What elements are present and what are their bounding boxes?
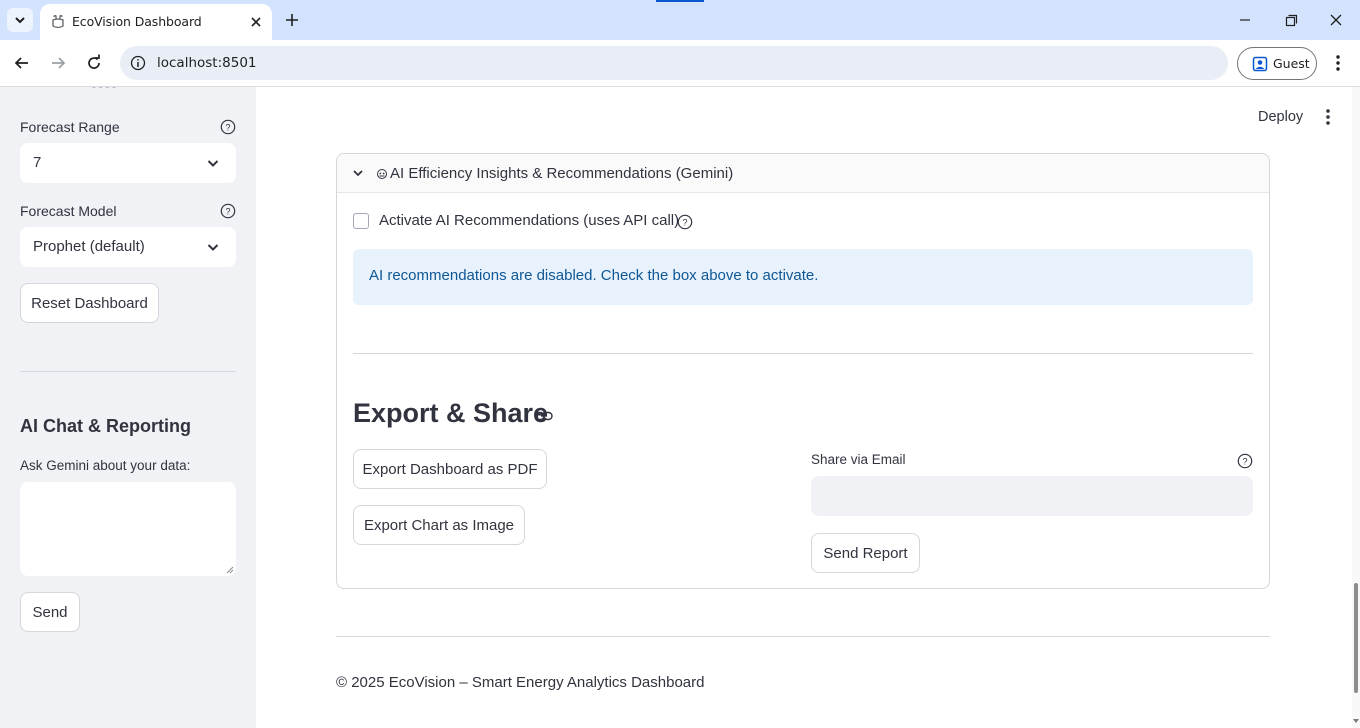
sidebar: - - - - Forecast Range ? 7 Forecast Mode… <box>0 87 256 728</box>
tab-strip-accent <box>656 0 704 2</box>
page-scrollbar[interactable] <box>1352 87 1360 728</box>
reload-icon[interactable] <box>84 53 104 73</box>
chat-textarea[interactable] <box>20 482 236 576</box>
activate-ai-label[interactable]: Activate AI Recommendations (uses API ca… <box>379 212 679 229</box>
info-alert-text: AI recommendations are disabled. Check t… <box>369 267 819 284</box>
main-content: Deploy AI Efficiency Insights & Recommen… <box>256 87 1352 728</box>
svg-text:?: ? <box>1242 457 1247 467</box>
back-icon[interactable] <box>12 53 32 73</box>
expander-title: AI Efficiency Insights & Recommendations… <box>390 165 734 182</box>
minimize-icon[interactable] <box>1237 12 1253 28</box>
deploy-button[interactable]: Deploy <box>1258 109 1303 125</box>
export-image-button[interactable]: Export Chart as Image <box>353 505 525 545</box>
scrollbar-thumb[interactable] <box>1354 583 1358 693</box>
plus-icon[interactable] <box>282 10 302 30</box>
forecast-range-value: 7 <box>33 154 42 171</box>
help-icon[interactable]: ? <box>220 119 236 135</box>
app-menu-icon[interactable] <box>1324 108 1332 126</box>
maximize-icon[interactable] <box>1283 12 1299 28</box>
close-window-icon[interactable] <box>1328 12 1344 28</box>
send-report-button[interactable]: Send Report <box>811 533 920 573</box>
share-email-label: Share via Email <box>811 452 906 467</box>
share-email-input[interactable] <box>811 476 1253 516</box>
browser-tab[interactable]: EcoVision Dashboard <box>40 4 272 40</box>
expander-header[interactable]: AI Efficiency Insights & Recommendations… <box>337 154 1269 193</box>
chat-input-label: Ask Gemini about your data: <box>20 458 191 473</box>
tab-list-icon <box>15 17 25 24</box>
robot-icon <box>377 169 387 179</box>
browser-toolbar: localhost:8501 Guest <box>0 40 1360 87</box>
tab-title: EcoVision Dashboard <box>72 14 202 29</box>
chevron-down-icon <box>207 160 219 167</box>
info-alert: AI recommendations are disabled. Check t… <box>353 249 1253 305</box>
chevron-down-icon <box>353 170 363 177</box>
forecast-model-value: Prophet (default) <box>33 238 145 255</box>
forecast-model-label: Forecast Model <box>20 203 117 219</box>
browser-tab-bar: EcoVision Dashboard <box>0 0 1360 40</box>
kebab-menu-icon[interactable] <box>1329 53 1347 73</box>
resize-grip-icon[interactable] <box>226 566 234 574</box>
forecast-model-select[interactable]: Prophet (default) <box>20 227 236 267</box>
ai-insights-expander: AI Efficiency Insights & Recommendations… <box>336 153 1270 589</box>
svg-text:?: ? <box>682 218 687 228</box>
clipped-text: - - - - <box>92 87 116 93</box>
scroll-down-icon[interactable] <box>1353 719 1359 724</box>
help-icon[interactable]: ? <box>220 203 236 219</box>
help-icon[interactable]: ? <box>1237 453 1253 469</box>
footer-text: © 2025 EcoVision – Smart Energy Analytic… <box>336 674 705 691</box>
link-icon[interactable] <box>535 410 553 422</box>
close-icon[interactable] <box>247 13 265 31</box>
reset-dashboard-button[interactable]: Reset Dashboard <box>20 283 159 323</box>
svg-text:?: ? <box>225 123 230 133</box>
export-share-title: Export & Share <box>353 398 549 428</box>
profile-button[interactable]: Guest <box>1237 47 1317 80</box>
svg-text:?: ? <box>225 207 230 217</box>
export-pdf-button[interactable]: Export Dashboard as PDF <box>353 449 547 489</box>
chat-heading: AI Chat & Reporting <box>20 416 191 436</box>
favicon-icon <box>52 15 64 29</box>
send-button[interactable]: Send <box>20 592 80 632</box>
tab-list-button[interactable] <box>7 8 33 32</box>
sidebar-divider <box>20 371 236 372</box>
forecast-range-label: Forecast Range <box>20 119 120 135</box>
forward-icon[interactable] <box>48 53 68 73</box>
profile-icon <box>1252 56 1268 72</box>
site-info-icon[interactable] <box>130 55 146 71</box>
footer-divider <box>336 636 1270 637</box>
forecast-range-select[interactable]: 7 <box>20 143 236 183</box>
address-bar[interactable]: localhost:8501 <box>120 46 1228 80</box>
activate-ai-checkbox[interactable] <box>353 213 369 229</box>
url-text: localhost:8501 <box>157 55 257 71</box>
profile-label: Guest <box>1273 56 1310 71</box>
section-divider <box>353 353 1253 354</box>
help-icon[interactable]: ? <box>677 214 693 230</box>
chevron-down-icon <box>207 244 219 251</box>
